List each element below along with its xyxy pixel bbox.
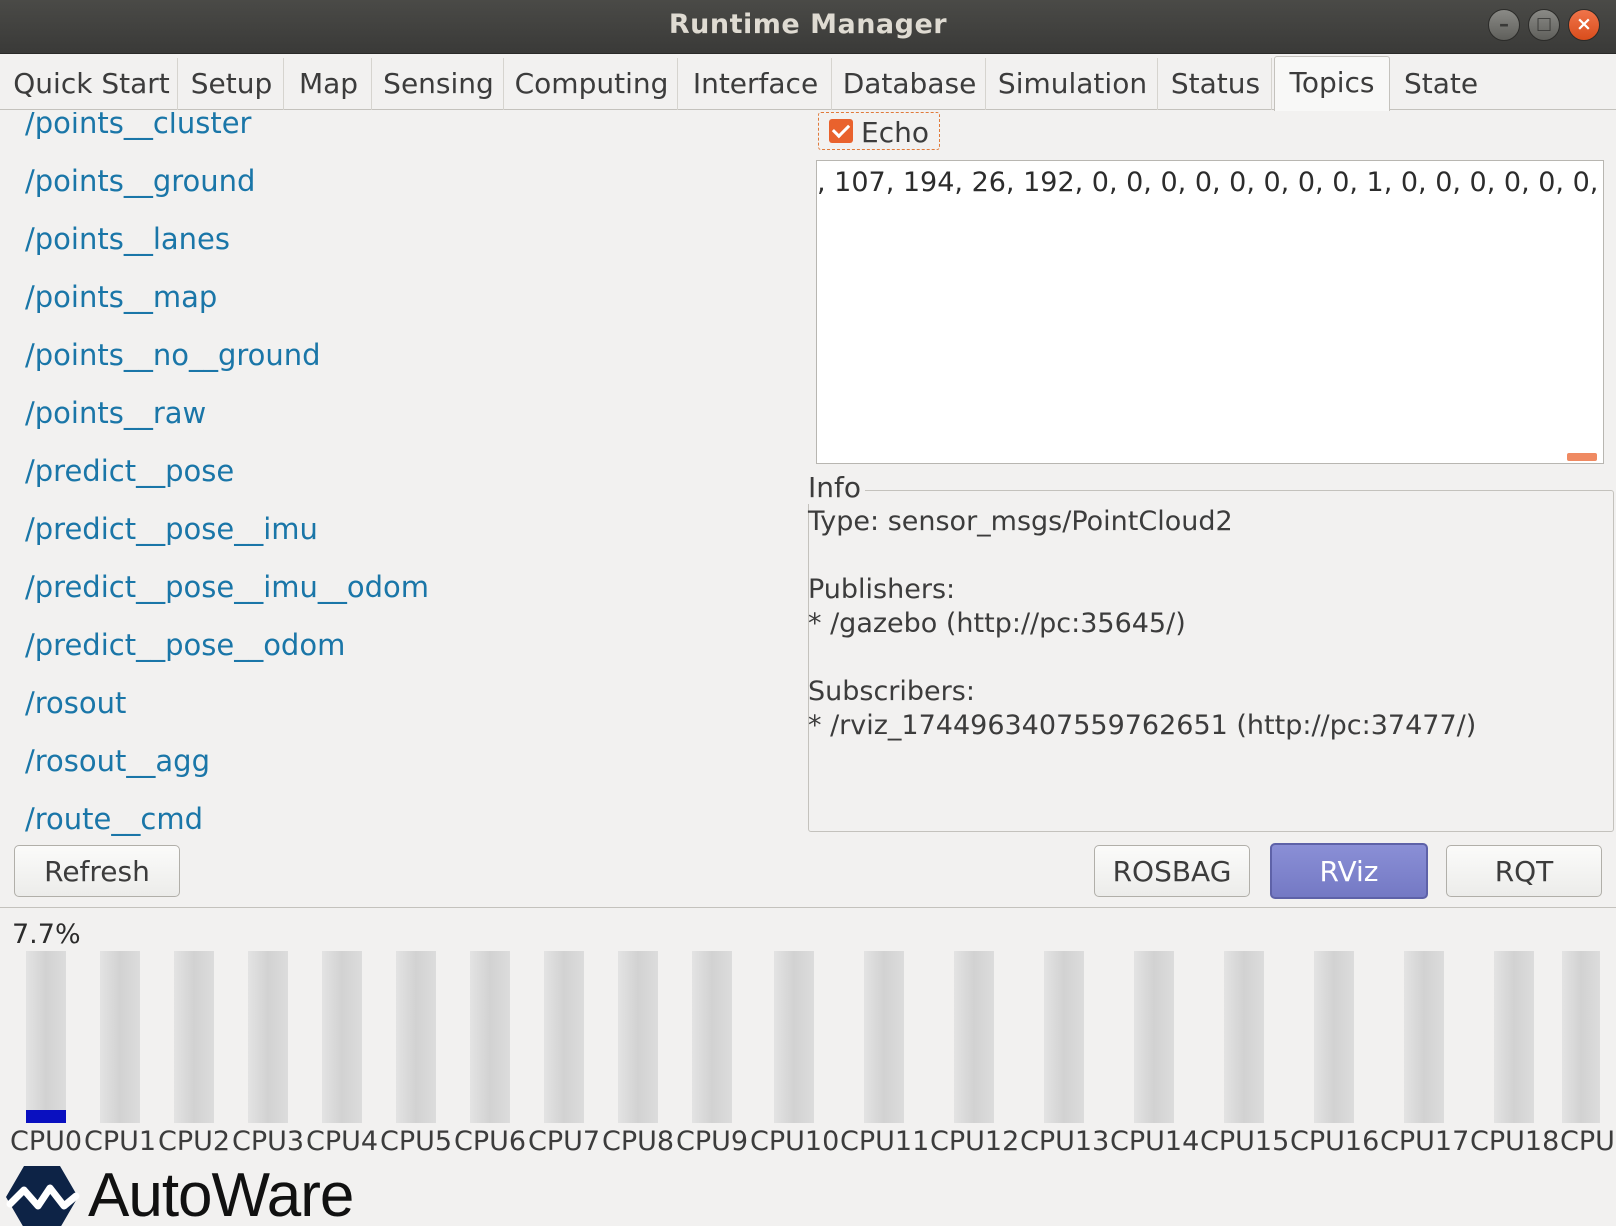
- cpu-bar: [1134, 951, 1174, 1123]
- topic-item[interactable]: /predict__pose: [25, 454, 234, 488]
- maximize-button[interactable]: □: [1528, 9, 1560, 41]
- cpu-bar: [322, 951, 362, 1123]
- topic-item[interactable]: /points__lanes: [25, 222, 230, 256]
- cpu-label: CPU3: [232, 1126, 305, 1157]
- tab-quick-start[interactable]: Quick Start: [6, 58, 178, 110]
- cpu-bar: [396, 951, 436, 1123]
- cpu-bar: [618, 951, 658, 1123]
- cpu-bar: [774, 951, 814, 1123]
- echo-checkbox[interactable]: Echo: [818, 112, 940, 150]
- cpu-label: CPU19: [1560, 1126, 1616, 1157]
- echo-text: , 107, 194, 26, 192, 0, 0, 0, 0, 0, 0, 0…: [817, 167, 1603, 198]
- tab-database[interactable]: Database: [834, 58, 986, 110]
- info-group: [808, 490, 1614, 832]
- tab-map[interactable]: Map: [286, 58, 372, 110]
- cpu-bar: [954, 951, 994, 1123]
- cpu-label: CPU16: [1290, 1126, 1380, 1157]
- cpu-bar: [1314, 951, 1354, 1123]
- cpu-label: CPU17: [1380, 1126, 1470, 1157]
- topic-item[interactable]: /points__no__ground: [25, 338, 321, 372]
- cpu-usage-percent: 7.7%: [12, 919, 81, 950]
- minimize-icon: –: [1499, 12, 1509, 36]
- rqt-button[interactable]: RQT: [1446, 845, 1602, 897]
- cpu-label: CPU4: [306, 1126, 379, 1157]
- cpu-label: CPU18: [1470, 1126, 1560, 1157]
- checkbox-checked-icon[interactable]: [829, 118, 853, 143]
- echo-label: Echo: [861, 116, 929, 149]
- publisher-entry: * /gazebo (http://pc:35645/): [808, 608, 1186, 639]
- cpu-label: CPU6: [454, 1126, 527, 1157]
- topic-item[interactable]: /predict__pose__imu__odom: [25, 570, 429, 604]
- cpu-label: CPU1: [84, 1126, 157, 1157]
- topic-item[interactable]: /route__cmd: [25, 802, 203, 836]
- cpu-bar: [544, 951, 584, 1123]
- autoware-logo: AutoWare: [2, 1161, 382, 1226]
- cpu-bar: [248, 951, 288, 1123]
- subscribers-heading: Subscribers:: [808, 676, 975, 707]
- info-type: Type: sensor_msgs/PointCloud2: [808, 506, 1233, 537]
- title-bar: Runtime Manager – □ ×: [0, 0, 1616, 54]
- info-legend: Info: [808, 471, 865, 504]
- cpu-label: CPU10: [750, 1126, 840, 1157]
- tab-status[interactable]: Status: [1160, 58, 1272, 110]
- topic-item[interactable]: /predict__pose__odom: [25, 628, 345, 662]
- tab-simulation[interactable]: Simulation: [988, 58, 1158, 110]
- divider: [0, 907, 1616, 908]
- cpu-bar: [1044, 951, 1084, 1123]
- cpu-bar: [174, 951, 214, 1123]
- cpu-label: CPU2: [158, 1126, 231, 1157]
- cpu-label: CPU0: [10, 1126, 83, 1157]
- topic-item[interactable]: /points__ground: [25, 164, 255, 198]
- cpu-bar: [470, 951, 510, 1123]
- topic-item[interactable]: /predict__pose__imu: [25, 512, 318, 546]
- cpu-bar: [1494, 951, 1534, 1123]
- cpu-bar: [1404, 951, 1444, 1123]
- cpu-label: CPU9: [676, 1126, 749, 1157]
- cpu-bar-fill: [26, 1109, 66, 1123]
- close-button[interactable]: ×: [1568, 9, 1600, 41]
- cpu-bar: [864, 951, 904, 1123]
- cpu-label: CPU12: [930, 1126, 1020, 1157]
- topic-item[interactable]: /rosout: [25, 686, 126, 720]
- publishers-heading: Publishers:: [808, 574, 956, 605]
- cpu-label: CPU5: [380, 1126, 453, 1157]
- topic-item[interactable]: /points__map: [25, 280, 217, 314]
- tab-bar: Quick Start Setup Map Sensing Computing …: [0, 54, 1616, 111]
- cpu-label: CPU15: [1200, 1126, 1290, 1157]
- subscriber-entry: * /rviz_1744963407559762651 (http://pc:3…: [808, 710, 1477, 741]
- cpu-label: CPU11: [840, 1126, 930, 1157]
- rosbag-button[interactable]: ROSBAG: [1094, 845, 1250, 897]
- cpu-bar: [26, 951, 66, 1123]
- autoware-logo-icon: [6, 1166, 80, 1226]
- tab-state[interactable]: State: [1392, 58, 1490, 110]
- window-title: Runtime Manager: [668, 9, 948, 40]
- cpu-label: CPU13: [1020, 1126, 1110, 1157]
- echo-output[interactable]: , 107, 194, 26, 192, 0, 0, 0, 0, 0, 0, 0…: [816, 160, 1604, 464]
- tab-setup[interactable]: Setup: [180, 58, 284, 110]
- cpu-bar: [692, 951, 732, 1123]
- topic-item[interactable]: /points__cluster: [25, 112, 251, 140]
- rviz-button[interactable]: RViz: [1270, 843, 1428, 899]
- cpu-label: CPU8: [602, 1126, 675, 1157]
- topic-list[interactable]: /points__cluster /points__ground /points…: [6, 112, 796, 838]
- cpu-bar: [100, 951, 140, 1123]
- tab-interface[interactable]: Interface: [680, 58, 832, 110]
- cpu-label: CPU7: [528, 1126, 601, 1157]
- cpu-bar: [1562, 951, 1600, 1123]
- maximize-icon: □: [1535, 14, 1553, 34]
- logo-wordmark: AutoWare: [88, 1161, 354, 1226]
- minimize-button[interactable]: –: [1488, 9, 1520, 41]
- topic-item[interactable]: /points__raw: [25, 396, 206, 430]
- topic-item[interactable]: /rosout__agg: [25, 744, 210, 778]
- close-icon: ×: [1576, 13, 1592, 35]
- horizontal-scrollbar[interactable]: [1567, 453, 1597, 461]
- cpu-bar: [1224, 951, 1264, 1123]
- tab-computing[interactable]: Computing: [506, 58, 678, 110]
- cpu-label: CPU14: [1110, 1126, 1200, 1157]
- refresh-button[interactable]: Refresh: [14, 845, 180, 897]
- tab-sensing[interactable]: Sensing: [374, 58, 504, 110]
- tab-topics[interactable]: Topics: [1274, 56, 1390, 111]
